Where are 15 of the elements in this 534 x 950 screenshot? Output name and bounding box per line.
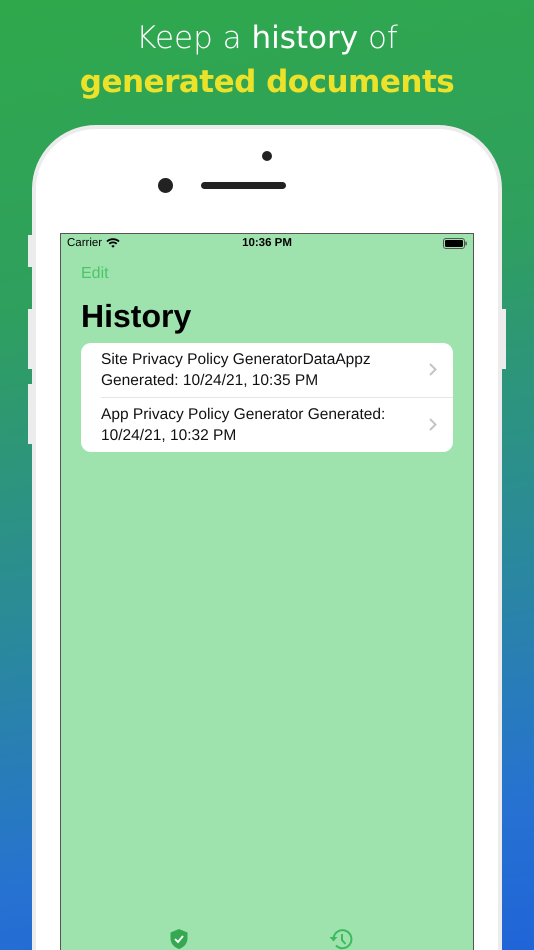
history-row[interactable]: App Privacy Policy Generator Generated: 10/24/21, 10:32 PM xyxy=(101,397,453,452)
chevron-icon xyxy=(429,363,437,376)
history-icon[interactable] xyxy=(328,928,354,950)
wifi-icon xyxy=(106,238,120,248)
page-title: History xyxy=(81,297,192,335)
history-row[interactable]: Site Privacy Policy GeneratorDataAppz Generated: 10/24/21, 10:35 PM xyxy=(101,343,453,397)
shield-check-icon[interactable] xyxy=(168,928,188,950)
status-time: 10:36 PM xyxy=(242,237,292,249)
carrier-label: Carrier xyxy=(67,237,102,249)
headline-highlight: generated documents xyxy=(80,63,454,102)
battery-icon xyxy=(442,238,467,248)
headline-text: Keep a history of xyxy=(136,19,398,58)
camera-dot xyxy=(262,151,272,161)
front-camera xyxy=(158,178,173,193)
chevron-icon xyxy=(429,418,437,431)
